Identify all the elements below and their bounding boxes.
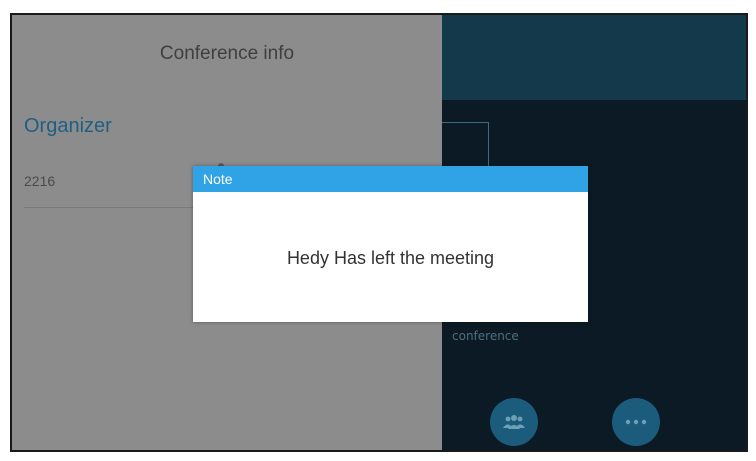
panel-title: Conference info: [159, 43, 295, 64]
contacts-icon: [503, 414, 525, 430]
conference-label: conference: [452, 329, 519, 343]
phone-screen: conference Conference info Organizer 221…: [10, 13, 748, 452]
call-title-bar: [442, 15, 746, 100]
more-button[interactable]: [612, 398, 660, 446]
dialog-title: Note: [193, 166, 588, 192]
note-dialog[interactable]: Note Hedy Has left the meeting: [193, 166, 588, 322]
dialog-message: Hedy Has left the meeting: [286, 248, 495, 268]
more-icon: [625, 419, 647, 425]
organizer-heading: Organizer: [24, 115, 112, 137]
member-item[interactable]: 2216: [24, 173, 55, 189]
contacts-button[interactable]: [490, 398, 538, 446]
